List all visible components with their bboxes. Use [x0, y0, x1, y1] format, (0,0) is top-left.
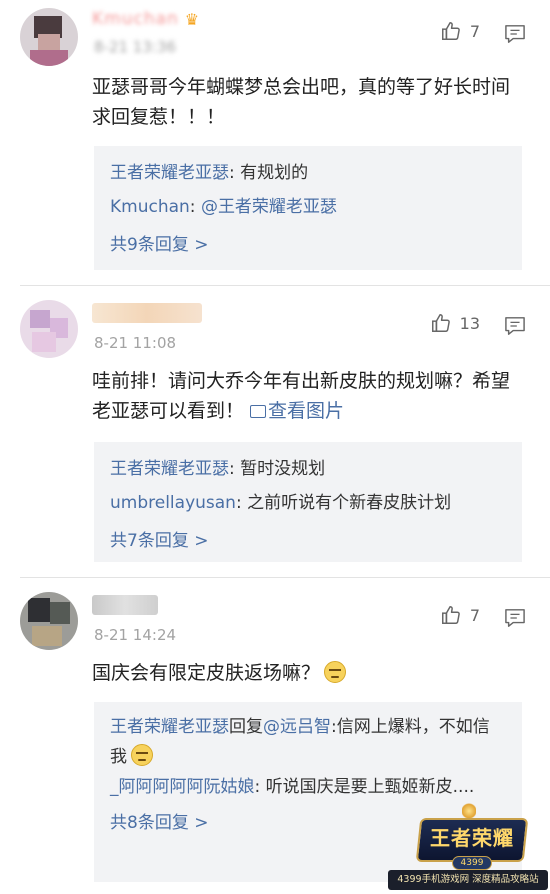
- username[interactable]: Kmuchan ♛: [92, 8, 199, 30]
- like-button[interactable]: 7: [440, 604, 480, 626]
- reply-user[interactable]: _阿阿阿阿阿阮姑娘: [110, 777, 255, 797]
- comment-item: Kmuchan ♛ 8-21 13:36 7 亚瑟哥哥今年蝴蝶梦总会出吧，真的等…: [0, 0, 550, 286]
- reply-line: Kmuchan: @王者荣耀老亚瑟: [110, 197, 337, 217]
- reply-text: 有规划的: [240, 163, 309, 183]
- reply-line: _阿阿阿阿阿阮姑娘: 听说国庆是要上甄姬新皮....: [110, 777, 475, 797]
- comment-bubble-icon[interactable]: [504, 24, 526, 44]
- username[interactable]: [92, 302, 202, 324]
- comment-text: 哇前排！请问大乔今年有出新皮肤的规划嘛？希望老亚瑟可以看到！ 查看图片: [92, 370, 511, 422]
- comment-item: 8-21 11:08 13 哇前排！请问大乔今年有出新皮肤的规划嘛？希望老亚瑟可…: [0, 286, 550, 578]
- reply-line: umbrellayusan: 之前听说有个新春皮肤计划: [110, 493, 452, 513]
- reply-mention[interactable]: @远吕智: [263, 717, 331, 737]
- comment-bubble-icon[interactable]: [504, 608, 526, 628]
- reply-line: 王者荣耀老亚瑟: 有规划的: [110, 163, 309, 183]
- reply-user[interactable]: Kmuchan: [110, 197, 190, 217]
- reply-user[interactable]: 王者荣耀老亚瑟: [110, 459, 229, 479]
- picture-icon: [250, 405, 267, 418]
- reply-box[interactable]: 王者荣耀老亚瑟: 有规划的 Kmuchan: @王者荣耀老亚瑟 共9条回复 >: [94, 146, 522, 270]
- comment-time: 8-21 14:24: [94, 626, 177, 644]
- reply-user[interactable]: umbrellayusan: [110, 493, 236, 513]
- watermark-logo: 王者荣耀 4399 4399手机游戏网 深度精品攻略站: [388, 800, 548, 894]
- reply-text: 之前听说有个新春皮肤计划: [247, 493, 452, 513]
- like-count: 7: [469, 605, 480, 625]
- reply-text: 听说国庆是要上甄姬新皮....: [265, 777, 475, 797]
- reply-line: 王者荣耀老亚瑟回复@远吕智:信网上爆料，不如信我: [110, 717, 490, 767]
- comment-text: 亚瑟哥哥今年蝴蝶梦总会出吧，真的等了好长时间求回复惹！！！: [92, 76, 511, 128]
- thumbs-up-icon: [441, 606, 460, 624]
- reply-line: 王者荣耀老亚瑟: 暂时没规划: [110, 459, 326, 479]
- reply-user[interactable]: 王者荣耀老亚瑟: [110, 717, 229, 737]
- view-image-link[interactable]: 查看图片: [244, 400, 344, 422]
- logo-text: 王者荣耀: [430, 826, 514, 850]
- like-button[interactable]: 7: [440, 20, 480, 42]
- like-count: 13: [459, 313, 480, 333]
- avatar[interactable]: [20, 300, 78, 358]
- reply-user[interactable]: 王者荣耀老亚瑟: [110, 163, 229, 183]
- like-button[interactable]: 13: [430, 312, 480, 334]
- thumbs-up-icon: [431, 314, 450, 332]
- comment-text: 国庆会有限定皮肤返场嘛？: [92, 658, 522, 688]
- watermark-banner: 4399手机游戏网 深度精品攻略站: [388, 870, 548, 890]
- grimace-emoji-icon: [131, 744, 153, 766]
- reply-text: 暂时没规划: [240, 459, 326, 479]
- reply-box[interactable]: 王者荣耀老亚瑟: 暂时没规划 umbrellayusan: 之前听说有个新春皮肤…: [94, 442, 522, 562]
- username[interactable]: [92, 594, 158, 616]
- comment-time: 8-21 13:36: [94, 38, 177, 56]
- thumbs-up-icon: [441, 22, 460, 40]
- comment-time: 8-21 11:08: [94, 334, 177, 352]
- grimace-emoji-icon: [324, 661, 347, 683]
- reply-text[interactable]: @王者荣耀老亚瑟: [201, 197, 337, 217]
- avatar[interactable]: [20, 8, 78, 66]
- more-replies-link[interactable]: 共9条回复 >: [110, 228, 506, 262]
- avatar[interactable]: [20, 592, 78, 650]
- comment-bubble-icon[interactable]: [504, 316, 526, 336]
- like-count: 7: [469, 21, 480, 41]
- more-replies-link[interactable]: 共7条回复 >: [110, 524, 506, 558]
- logo-sub: 4399: [452, 856, 492, 870]
- crown-icon: ♛: [184, 9, 200, 29]
